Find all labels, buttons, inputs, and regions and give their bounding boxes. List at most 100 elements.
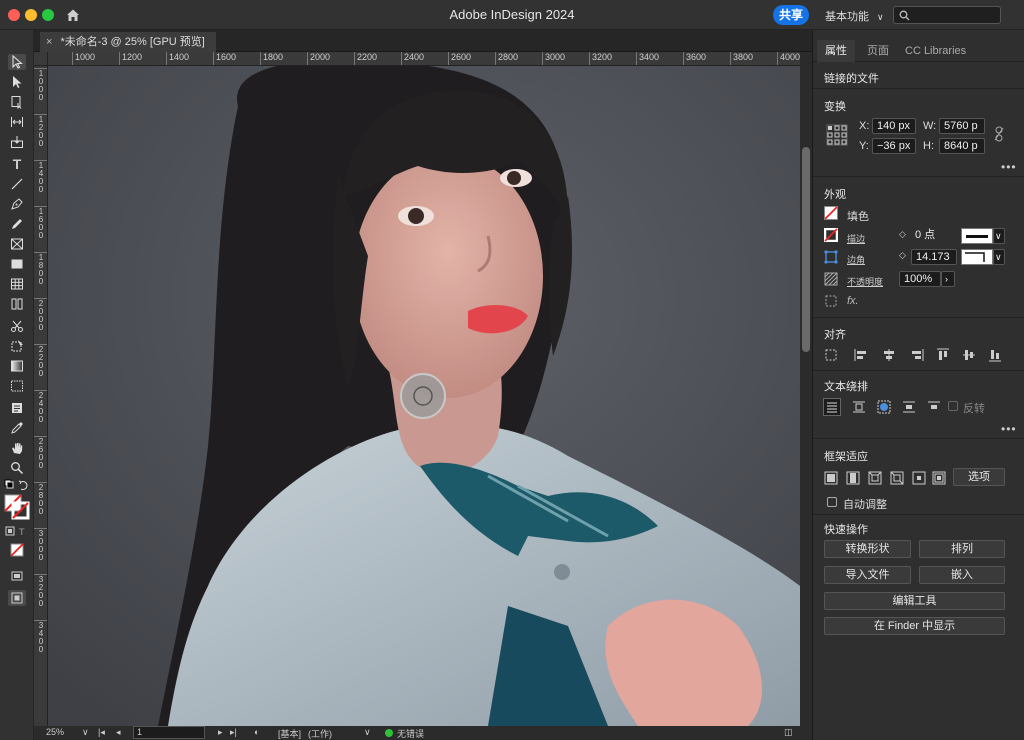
wrap-object-shape-icon[interactable] bbox=[877, 400, 891, 414]
preflight-profile-icon[interactable]: ◐ bbox=[254, 727, 259, 737]
align-horizontal-center-icon[interactable] bbox=[882, 348, 896, 362]
stroke-type-chevron-icon[interactable]: ∨ bbox=[993, 228, 1005, 244]
text-wrap-more-icon[interactable]: ••• bbox=[1001, 422, 1017, 436]
corner-stepper-icon[interactable]: ◇ bbox=[899, 250, 906, 261]
format-container-icon[interactable]: T bbox=[5, 526, 29, 538]
gradient-feather-tool-icon[interactable] bbox=[8, 378, 26, 394]
corner-label[interactable]: 边角 bbox=[847, 253, 865, 266]
constrain-proportions-icon[interactable] bbox=[993, 126, 1005, 142]
embed-button[interactable]: 嵌入 bbox=[919, 566, 1005, 584]
grid-tool-icon[interactable] bbox=[8, 296, 26, 312]
fit-frame-to-content-icon[interactable] bbox=[868, 471, 882, 485]
fill-stroke-swatch[interactable] bbox=[4, 494, 30, 520]
apply-none-icon[interactable] bbox=[8, 542, 26, 558]
show-in-finder-button[interactable]: 在 Finder 中显示 bbox=[824, 617, 1005, 635]
preflight-status[interactable]: 无错误 bbox=[397, 727, 424, 740]
fit-content-proportionally-icon[interactable] bbox=[846, 471, 860, 485]
screen-mode-icon[interactable] bbox=[8, 590, 26, 606]
share-button[interactable]: 共享 bbox=[773, 5, 809, 25]
view-mode-icon[interactable] bbox=[8, 568, 26, 584]
frame-fit-options-button[interactable]: 选项 bbox=[953, 468, 1005, 486]
pencil-tool-icon[interactable] bbox=[8, 216, 26, 232]
fill-frame-proportionally-icon[interactable] bbox=[824, 471, 838, 485]
vertical-scrollbar[interactable] bbox=[800, 52, 812, 726]
jump-object-icon[interactable] bbox=[902, 400, 916, 414]
previous-page-icon[interactable]: ◂ bbox=[116, 727, 121, 738]
opacity-field[interactable]: 100% bbox=[899, 271, 941, 287]
split-layout-icon[interactable]: ◫ bbox=[784, 727, 793, 738]
jump-to-next-column-icon[interactable] bbox=[927, 400, 941, 414]
gradient-tool-icon[interactable] bbox=[8, 358, 26, 374]
align-left-icon[interactable] bbox=[854, 348, 868, 362]
effects-frame-icon[interactable] bbox=[824, 294, 838, 308]
reference-point-icon[interactable] bbox=[824, 122, 850, 148]
workspace-switcher[interactable]: 基本功能 ∨ bbox=[825, 8, 884, 24]
stroke-swatch-icon[interactable] bbox=[823, 227, 839, 243]
fill-swatch-icon[interactable] bbox=[824, 206, 838, 220]
corner-size-field[interactable]: 14.173 bbox=[911, 249, 957, 265]
gap-tool-icon[interactable] bbox=[8, 114, 26, 130]
document-canvas[interactable] bbox=[48, 66, 800, 726]
default-colors-icon[interactable] bbox=[4, 479, 30, 491]
close-tab-icon[interactable]: × bbox=[46, 36, 52, 48]
y-position-field[interactable]: −36 px bbox=[872, 138, 916, 154]
page-tool-icon[interactable] bbox=[8, 94, 26, 110]
fx-icon[interactable]: fx. bbox=[847, 295, 859, 307]
selection-tool-icon[interactable] bbox=[8, 54, 26, 70]
document-tab[interactable]: × *未命名-3 @ 25% [GPU 预览] bbox=[40, 32, 216, 52]
width-field[interactable]: 5760 p bbox=[939, 118, 985, 134]
tab-cc-libraries[interactable]: CC Libraries bbox=[897, 40, 974, 62]
last-page-icon[interactable]: ▸| bbox=[230, 727, 237, 738]
search-input[interactable] bbox=[893, 6, 1001, 24]
auto-fit-checkbox[interactable] bbox=[827, 497, 837, 507]
align-to-selection-icon[interactable] bbox=[824, 348, 838, 362]
content-aware-fit-icon[interactable] bbox=[932, 471, 946, 485]
pen-tool-icon[interactable] bbox=[8, 196, 26, 212]
corner-shape-chevron-icon[interactable]: ∨ bbox=[993, 249, 1005, 265]
table-tool-icon[interactable] bbox=[8, 276, 26, 292]
content-collector-icon[interactable] bbox=[8, 134, 26, 150]
tab-pages[interactable]: 页面 bbox=[859, 40, 897, 62]
scroll-thumb[interactable] bbox=[802, 147, 810, 352]
stroke-weight-field[interactable]: 0 点 bbox=[911, 228, 955, 244]
zoom-level[interactable]: 25% bbox=[46, 727, 64, 737]
rectangle-frame-tool-icon[interactable] bbox=[8, 236, 26, 252]
invert-wrap-checkbox[interactable] bbox=[948, 401, 958, 411]
free-transform-tool-icon[interactable] bbox=[8, 338, 26, 354]
stroke-label[interactable]: 描边 bbox=[847, 232, 865, 245]
corner-shape-swatch[interactable] bbox=[961, 249, 993, 265]
x-position-field[interactable]: 140 px bbox=[872, 118, 916, 134]
type-tool-icon[interactable]: T bbox=[8, 156, 26, 172]
height-field[interactable]: 8640 p bbox=[939, 138, 985, 154]
arrange-button[interactable]: 排列 bbox=[919, 540, 1005, 558]
align-vertical-center-icon[interactable] bbox=[962, 348, 976, 362]
hand-tool-icon[interactable] bbox=[8, 440, 26, 456]
rectangle-tool-icon[interactable] bbox=[8, 256, 26, 272]
zoom-chevron-icon[interactable]: ∨ bbox=[82, 727, 89, 738]
align-right-icon[interactable] bbox=[910, 348, 924, 362]
align-bottom-icon[interactable] bbox=[988, 348, 1002, 362]
import-file-button[interactable]: 导入文件 bbox=[824, 566, 911, 584]
center-content-icon[interactable] bbox=[912, 471, 926, 485]
stroke-stepper-icon[interactable]: ◇ bbox=[899, 229, 906, 240]
line-tool-icon[interactable] bbox=[8, 176, 26, 192]
wrap-bounding-box-icon[interactable] bbox=[852, 400, 866, 414]
opacity-arrow-icon[interactable]: › bbox=[941, 271, 955, 287]
edit-tool-button[interactable]: 编辑工具 bbox=[824, 592, 1005, 610]
ruler-origin[interactable] bbox=[34, 52, 48, 66]
opacity-label[interactable]: 不透明度 bbox=[847, 275, 883, 288]
direct-selection-tool-icon[interactable] bbox=[8, 74, 26, 90]
first-page-icon[interactable]: |◂ bbox=[98, 727, 105, 738]
tab-properties[interactable]: 属性 bbox=[817, 40, 855, 62]
page-number-field[interactable]: 1 bbox=[133, 726, 205, 739]
stroke-type-swatch[interactable] bbox=[961, 228, 993, 244]
preflight-chevron-icon[interactable]: ∨ bbox=[364, 727, 371, 738]
scissors-tool-icon[interactable] bbox=[8, 318, 26, 334]
align-top-icon[interactable] bbox=[936, 348, 950, 362]
next-page-icon[interactable]: ▸ bbox=[218, 727, 223, 738]
transform-more-icon[interactable]: ••• bbox=[1001, 160, 1017, 174]
note-tool-icon[interactable] bbox=[8, 400, 26, 416]
corner-options-icon[interactable] bbox=[824, 250, 838, 264]
workspace-state[interactable]: (工作) bbox=[308, 727, 332, 740]
zoom-tool-icon[interactable] bbox=[8, 460, 26, 476]
